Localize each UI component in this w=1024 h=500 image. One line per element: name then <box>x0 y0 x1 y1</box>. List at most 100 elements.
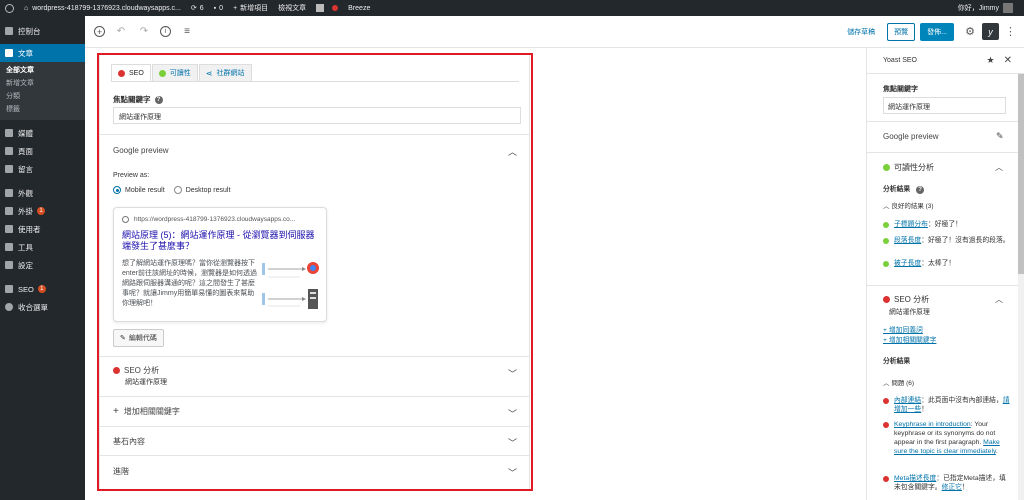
info-icon[interactable]: i <box>160 26 171 37</box>
chevron-up-icon[interactable]: ︿ <box>995 294 1003 305</box>
new-content-link[interactable]: + 新增項目 <box>228 0 273 16</box>
focus-keyphrase-input[interactable]: 網站運作原理 <box>883 97 1006 114</box>
chevron-down-icon[interactable]: ﹀ <box>508 367 517 380</box>
page-icon <box>5 147 13 155</box>
submenu-add-new[interactable]: 新增文章 <box>0 77 85 90</box>
sidebar-item-seo[interactable]: SEO 1 <box>0 280 85 298</box>
list-item: 子標題分布：好極了！ <box>883 220 1011 229</box>
list-view-icon[interactable]: ≡ <box>180 25 194 39</box>
sidebar-item-posts[interactable]: 文章 <box>0 44 85 62</box>
result-link[interactable]: 被子長度 <box>894 260 921 267</box>
yoast-sidebar-toggle[interactable]: y <box>982 23 999 40</box>
result-link[interactable]: Meta描述長度 <box>894 475 936 482</box>
add-related-keyphrase-toggle[interactable]: + 增加相關關鍵字 <box>113 406 180 417</box>
seo-score-icon <box>118 69 125 77</box>
redo-icon[interactable]: ↷ <box>137 25 151 39</box>
sidebar-item-pages[interactable]: 頁面 <box>0 142 85 160</box>
edit-icon[interactable]: ✎ <box>996 131 1004 142</box>
result-link[interactable]: Keyphrase in introduction <box>894 421 971 428</box>
wrench-icon <box>5 243 13 251</box>
problems-toggle[interactable]: ︿ 問題 (6) <box>883 377 914 387</box>
snippet-title[interactable]: 網站原理 (5)：網站運作原理 - 從瀏覽器到伺服器端發生了甚麼事？ <box>122 230 322 252</box>
seo-analysis-toggle[interactable]: SEO 分析 <box>883 294 929 305</box>
google-preview-toggle[interactable]: Google preview <box>883 132 939 141</box>
mobile-radio[interactable] <box>113 186 121 194</box>
add-related-link[interactable]: + 增加相關關鍵字 <box>883 334 936 344</box>
collapse-menu[interactable]: 收合選單 <box>0 298 85 316</box>
sidebar-item-tools[interactable]: 工具 <box>0 238 85 256</box>
list-item: 被子長度：太棒了！ <box>883 259 1011 268</box>
submenu-categories[interactable]: 分類 <box>0 90 85 103</box>
yoast-adminbar-menu[interactable]: Breeze <box>311 0 375 16</box>
star-icon[interactable]: ★ <box>987 55 995 66</box>
divider <box>100 455 529 456</box>
sidebar-item-appearance[interactable]: 外觀 <box>0 184 85 202</box>
close-icon[interactable]: ✕ <box>1004 55 1012 66</box>
site-name-link[interactable]: ⌂ wordpress-418799-1376923.cloudwaysapps… <box>19 0 186 16</box>
tab-readability[interactable]: 可讀性 <box>151 64 198 82</box>
desktop-label[interactable]: Desktop result <box>186 187 231 194</box>
editor-main: SEO 可讀性 ⋖ 社群網站 焦點關鍵字? 網站運作原理 Google previ… <box>85 48 866 500</box>
sidebar-item-dashboard[interactable]: 控制台 <box>0 22 85 40</box>
more-menu-icon[interactable]: ⋮ <box>1005 25 1016 38</box>
snippet-description: 想了解網站運作原理嗎？當你從瀏覽器按下enter前往該網址的時候，瀏覽器是如何透… <box>122 260 257 307</box>
seo-keyphrase: 網站運作原理 <box>889 309 930 316</box>
advanced-toggle[interactable]: 進階 <box>113 466 129 477</box>
help-icon[interactable]: ? <box>916 186 925 194</box>
view-post-link[interactable]: 檢視文章 <box>273 0 311 16</box>
snippet-thumbnail <box>260 259 322 311</box>
list-item: Meta描述長度：已指定Meta描述，填未包含關鍵字。修正它！ <box>883 474 1011 492</box>
readability-toggle[interactable]: 可讀性分析 <box>883 162 934 173</box>
posts-submenu: 全部文章 新增文章 分類 標籤 <box>0 62 85 120</box>
good-bullet-icon <box>883 221 889 228</box>
gear-icon[interactable]: ⚙ <box>964 26 976 38</box>
mobile-label[interactable]: Mobile result <box>125 187 165 194</box>
add-block-icon[interactable]: + <box>94 26 105 37</box>
submenu-tags[interactable]: 標籤 <box>0 103 85 116</box>
good-bullet-icon <box>883 260 889 267</box>
sidebar-item-settings[interactable]: 設定 <box>0 256 85 274</box>
desktop-radio[interactable] <box>173 186 182 194</box>
google-preview-title[interactable]: Google preview <box>113 146 169 155</box>
plugin-icon <box>5 207 13 215</box>
scrollbar-thumb[interactable] <box>1018 74 1024 274</box>
result-link[interactable]: 段落長度 <box>894 237 921 244</box>
help-icon[interactable]: ? <box>154 95 163 104</box>
preview-button[interactable]: 預覽 <box>887 22 916 41</box>
fix-link[interactable]: 修正它 <box>942 484 962 491</box>
publish-button[interactable]: 發佈... <box>920 22 954 41</box>
sidebar-item-media[interactable]: 媒體 <box>0 124 85 142</box>
seo-analysis-keyphrase: 網站運作原理 <box>125 379 167 386</box>
updates-link[interactable]: ⟳ 6 <box>186 0 209 16</box>
focus-keyphrase-label: 焦點關鍵字? <box>113 94 163 105</box>
edit-snippet-button[interactable]: ✎ 編輯代碼 <box>113 329 164 347</box>
sidebar-item-plugins[interactable]: 外掛 1 <box>0 202 85 220</box>
add-synonym-link[interactable]: + 增加同義詞 <box>883 324 923 334</box>
wordpress-logo[interactable] <box>0 0 19 16</box>
chevron-down-icon[interactable]: ﹀ <box>508 407 517 420</box>
chevron-up-icon[interactable]: ︿ <box>995 162 1003 173</box>
submenu-all-posts[interactable]: 全部文章 <box>0 64 85 77</box>
sidebar-item-users[interactable]: 使用者 <box>0 220 85 238</box>
user-menu[interactable]: 你好，Jimmy <box>953 0 1018 16</box>
home-icon: ⌂ <box>24 4 29 12</box>
comments-link[interactable]: ▪ 0 <box>209 0 228 16</box>
good-results-toggle[interactable]: ︿ 良好的結果 (3) <box>883 200 934 210</box>
seo-analysis-toggle[interactable]: SEO 分析 <box>113 365 159 376</box>
tab-social[interactable]: ⋖ 社群網站 <box>198 64 252 82</box>
save-draft-button[interactable]: 儲存草稿 <box>847 27 875 37</box>
chevron-down-icon[interactable]: ﹀ <box>508 466 517 479</box>
result-link[interactable]: 子標題分布 <box>894 221 928 228</box>
result-link[interactable]: 內部連結 <box>894 397 921 404</box>
undo-icon[interactable]: ↶ <box>114 25 128 39</box>
focus-keyphrase-input[interactable]: 網站運作原理 <box>113 107 521 124</box>
chevron-down-icon[interactable]: ﹀ <box>508 436 517 449</box>
tab-seo[interactable]: SEO <box>111 64 151 82</box>
cornerstone-toggle[interactable]: 基石內容 <box>113 436 145 447</box>
focus-keyphrase-label: 焦點關鍵字 <box>883 86 918 93</box>
comments-count: 0 <box>219 4 224 12</box>
chevron-up-icon[interactable]: ︿ <box>508 145 517 158</box>
sidebar-item-comments[interactable]: 留言 <box>0 160 85 178</box>
user-icon <box>5 225 13 233</box>
snippet-preview-card: https://wordpress-418799-1376923.cloudwa… <box>113 207 327 322</box>
